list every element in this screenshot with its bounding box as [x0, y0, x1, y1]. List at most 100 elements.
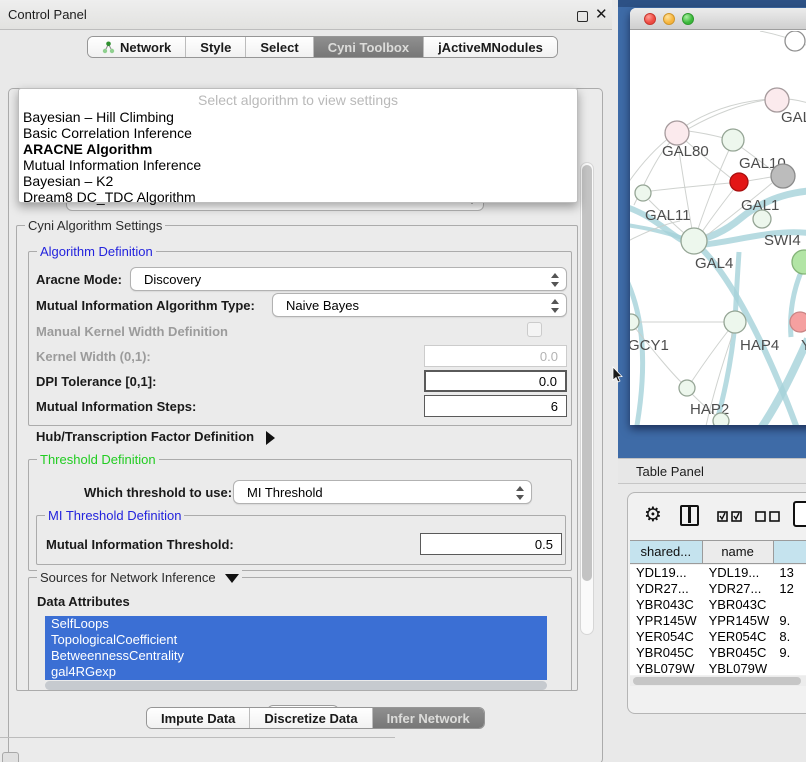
algorithm-option[interactable]: ARACNE Algorithm	[21, 141, 577, 157]
close-icon[interactable]: ✕	[595, 5, 608, 23]
table-row[interactable]: YER054CYER054C8.	[630, 629, 806, 645]
node-label: HAP4	[740, 337, 779, 354]
mouse-cursor	[612, 366, 624, 384]
network-node-swi4[interactable]	[753, 210, 771, 228]
settings-vertical-scrollbar[interactable]	[580, 162, 594, 635]
attribute-list-item[interactable]: BetweennessCentrality	[45, 648, 547, 664]
tab-label: Select	[260, 40, 298, 55]
select-all-icon[interactable]	[717, 511, 743, 522]
which-threshold-combobox[interactable]: MI Threshold	[233, 480, 532, 504]
network-graph: GALGAL80GAL10GAL1GAL11SWI4GAL4GCY1HAP4YH…	[630, 31, 806, 425]
column-header[interactable]	[774, 541, 806, 563]
network-edge[interactable]	[748, 177, 771, 181]
network-edge[interactable]	[692, 331, 728, 381]
attribute-list-item[interactable]: gal4RGexp	[45, 664, 547, 680]
mi-steps-label: Mutual Information Steps:	[36, 399, 196, 414]
column-header[interactable]: shared...	[630, 541, 703, 563]
network-node[interactable]	[785, 31, 805, 51]
table-row[interactable]: YDL19...YDL19...13	[630, 565, 806, 581]
control-panel: Network Style Select Cyni Toolbox jActiv…	[0, 31, 612, 762]
network-edge[interactable]	[698, 150, 729, 229]
network-edge[interactable]	[651, 183, 730, 191]
network-node[interactable]	[713, 413, 729, 425]
attributes-horizontal-scrollbar[interactable]	[45, 681, 547, 690]
network-icon	[102, 41, 115, 54]
table-row[interactable]: YPR145WYPR145W9.	[630, 613, 806, 629]
hub-definition-expander[interactable]: Hub/Transcription Factor Definition	[36, 429, 275, 445]
scrollbar-thumb[interactable]	[45, 681, 547, 690]
network-node-gal4[interactable]	[681, 228, 707, 254]
columns-icon[interactable]	[680, 505, 699, 526]
algorithm-option[interactable]: Bayesian – K2	[21, 173, 577, 189]
algorithm-option[interactable]: Basic Correlation Inference	[21, 125, 577, 141]
tab-network[interactable]: Network	[88, 37, 186, 57]
table-row[interactable]: YBL079WYBL079W	[630, 661, 806, 675]
tab-impute-data[interactable]: Impute Data	[147, 708, 250, 728]
network-edge[interactable]	[688, 100, 766, 129]
tab-discretize-data[interactable]: Discretize Data	[250, 708, 372, 728]
algorithm-option[interactable]: Dream8 DC_TDC Algorithm	[21, 189, 577, 205]
data-attributes-list: SelfLoopsTopologicalCoefficientBetweenne…	[45, 616, 547, 680]
bottom-left-grip[interactable]	[2, 752, 19, 762]
network-node-hap2[interactable]	[679, 380, 695, 396]
scrollbar-thumb[interactable]	[582, 165, 592, 581]
algorithm-list: Bayesian – Hill ClimbingBasic Correlatio…	[21, 109, 577, 205]
table-cell: YPR145W	[703, 613, 774, 629]
table-row[interactable]: YDR27...YDR27...12	[630, 581, 806, 597]
network-node[interactable]	[792, 250, 806, 274]
network-canvas[interactable]: GALGAL80GAL10GAL1GAL11SWI4GAL4GCY1HAP4YH…	[630, 31, 806, 425]
network-window-titlebar[interactable]	[630, 8, 806, 30]
network-node-gal1[interactable]	[730, 173, 748, 191]
table-horizontal-scrollbar[interactable]	[630, 676, 806, 686]
close-traffic-light-icon[interactable]	[644, 13, 656, 25]
mi-type-combobox[interactable]: Naive Bayes	[272, 293, 567, 317]
network-node-gal11[interactable]	[635, 185, 651, 201]
node-label: Y	[801, 337, 806, 354]
deselect-all-icon[interactable]	[755, 511, 781, 522]
network-node-y[interactable]	[790, 312, 806, 332]
algorithm-option[interactable]: Bayesian – Hill Climbing	[21, 109, 577, 125]
table-cell: YBR045C	[630, 645, 703, 661]
table-row[interactable]: YBR045CYBR045C9.	[630, 645, 806, 661]
algorithm-placeholder: Select algorithm to view settings	[19, 92, 577, 108]
tab-select[interactable]: Select	[246, 37, 313, 57]
table-row[interactable]: YBR043CYBR043C	[630, 597, 806, 613]
network-node[interactable]	[771, 164, 795, 188]
combo-arrows-icon	[515, 485, 524, 501]
tab-cyni-toolbox[interactable]: Cyni Toolbox	[314, 37, 424, 57]
mi-steps-field[interactable]: 6	[424, 395, 567, 417]
network-edge[interactable]	[688, 131, 724, 138]
import-table-icon[interactable]	[793, 501, 806, 527]
zoom-traffic-light-icon[interactable]	[682, 13, 694, 25]
algorithm-option[interactable]: Mutual Information Inference	[21, 157, 577, 173]
tab-jactivemnodules[interactable]: jActiveMNodules	[424, 37, 557, 57]
column-header[interactable]: name	[703, 541, 774, 563]
table-cell: 8.	[773, 629, 806, 645]
table-cell	[773, 661, 806, 675]
table-panel-title: Table Panel	[636, 464, 704, 479]
dpi-tolerance-field[interactable]: 0.0	[424, 370, 567, 392]
aracne-mode-combobox[interactable]: Discovery	[130, 267, 567, 291]
settings-scroll-area: Cyni Algorithm Settings Algorithm Defini…	[4, 159, 595, 638]
network-node-gal80[interactable]	[665, 121, 689, 145]
minimize-traffic-light-icon[interactable]	[663, 13, 675, 25]
table-cell: 12	[773, 581, 806, 597]
tab-label: Impute Data	[161, 711, 235, 726]
node-label: GCY1	[630, 337, 669, 354]
attribute-list-item[interactable]: TopologicalCoefficient	[45, 632, 547, 648]
mi-threshold-field[interactable]: 0.5	[420, 533, 562, 555]
tab-infer-network[interactable]: Infer Network	[373, 708, 484, 728]
table-cell: YER054C	[703, 629, 774, 645]
manual-kernel-label: Manual Kernel Width Definition	[36, 324, 228, 339]
manual-kernel-checkbox[interactable]	[527, 322, 542, 337]
application-window: Control Panel ✕ Network Style Select Cyn…	[0, 0, 806, 762]
network-node-hap4[interactable]	[724, 311, 746, 333]
gear-icon[interactable]: ⚙	[644, 503, 662, 525]
network-node-gal10[interactable]	[722, 129, 744, 151]
attribute-list-item[interactable]: SelfLoops	[45, 616, 547, 632]
sources-expander[interactable]: Sources for Network Inference	[37, 570, 242, 585]
table-panel: ⚙ shared...name YDL19...YDL19...13YDR27.…	[627, 492, 806, 714]
tab-style[interactable]: Style	[186, 37, 246, 57]
scrollbar-thumb[interactable]	[633, 677, 801, 685]
float-icon[interactable]	[577, 11, 588, 22]
